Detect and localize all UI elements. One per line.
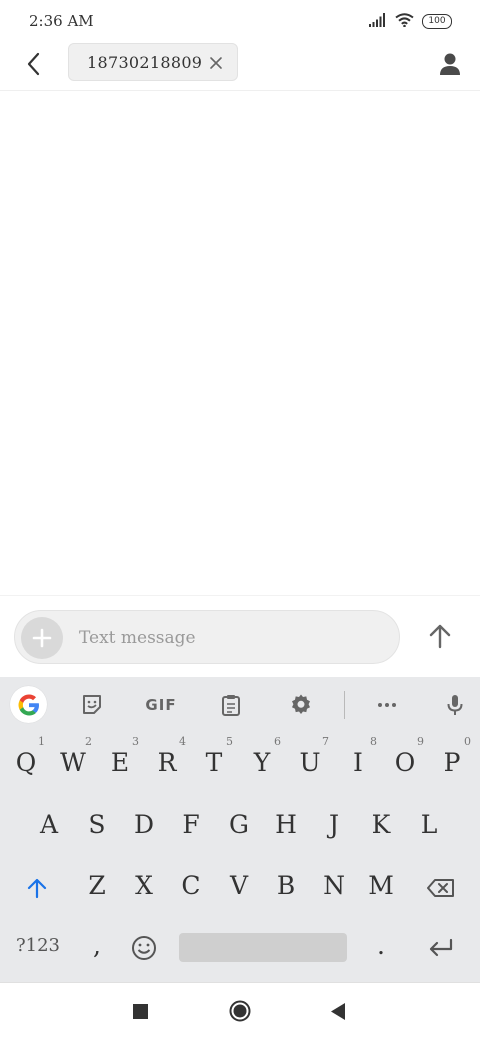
key-x[interactable]: X (121, 857, 167, 915)
key-a[interactable]: A (26, 796, 72, 854)
emoji-key[interactable] (121, 917, 167, 975)
key-l[interactable]: L (406, 796, 452, 854)
key-j[interactable]: J (311, 796, 357, 854)
shift-arrow-icon (27, 878, 47, 898)
key-z[interactable]: Z (74, 857, 120, 915)
enter-icon (429, 938, 453, 956)
key-i[interactable]: I8 (335, 734, 381, 792)
close-icon[interactable] (209, 55, 223, 69)
signal-icon (369, 12, 387, 31)
google-button[interactable] (10, 686, 47, 723)
triangle-back-icon (331, 1003, 345, 1020)
backspace-key[interactable] (418, 857, 464, 915)
key-q[interactable]: Q1 (3, 734, 49, 792)
send-button[interactable] (424, 620, 456, 652)
conversation-area (0, 91, 480, 595)
period-key[interactable]: . (358, 917, 404, 975)
backspace-icon (427, 878, 454, 897)
message-input[interactable] (79, 623, 379, 653)
attach-button[interactable] (21, 617, 63, 659)
key-h[interactable]: H (263, 796, 309, 854)
emoji-icon (132, 935, 156, 960)
shift-key[interactable] (14, 857, 60, 915)
key-n[interactable]: N (311, 857, 357, 915)
sticker-button[interactable] (79, 692, 105, 718)
spacebar[interactable] (179, 933, 347, 962)
toolbar-divider (344, 691, 345, 719)
nav-back-button[interactable] (330, 1003, 346, 1020)
key-o[interactable]: O9 (382, 734, 428, 792)
message-composer (0, 595, 480, 678)
message-box[interactable] (14, 610, 400, 664)
comma-key[interactable]: , (74, 917, 120, 975)
key-k[interactable]: K (358, 796, 404, 854)
gif-button[interactable]: GIF (145, 692, 177, 718)
key-p[interactable]: P0 (429, 734, 475, 792)
recents-button[interactable] (133, 1004, 148, 1019)
key-b[interactable]: B (263, 857, 309, 915)
more-horizontal-icon (378, 703, 396, 707)
clipboard-button[interactable] (218, 692, 244, 718)
key-f[interactable]: F (168, 796, 214, 854)
status-icons: 100 (369, 12, 452, 31)
key-v[interactable]: V (216, 857, 262, 915)
up-arrow-icon (429, 624, 451, 649)
key-m[interactable]: M (358, 857, 404, 915)
enter-key[interactable] (418, 917, 464, 975)
key-d[interactable]: D (121, 796, 167, 854)
google-icon (18, 694, 39, 715)
square-icon (133, 1004, 148, 1019)
contact-button[interactable] (436, 50, 464, 78)
key-r[interactable]: R4 (144, 734, 190, 792)
gear-icon (292, 694, 310, 714)
keyboard-toolbar: GIF (0, 677, 480, 732)
gif-label: GIF (145, 696, 177, 714)
recipient-chip[interactable]: 18730218809 (68, 43, 238, 81)
key-u[interactable]: U7 (287, 734, 333, 792)
key-e[interactable]: E3 (97, 734, 143, 792)
plus-icon (32, 628, 52, 648)
home-button[interactable] (229, 1000, 251, 1022)
voice-input-button[interactable] (442, 692, 468, 718)
key-t[interactable]: T5 (191, 734, 237, 792)
more-button[interactable] (374, 692, 400, 718)
sticker-icon (83, 695, 101, 714)
key-w[interactable]: W2 (50, 734, 96, 792)
status-bar: 2:36 AM 100 (0, 0, 480, 42)
home-circle-icon (229, 1000, 251, 1022)
microphone-icon (447, 695, 463, 715)
key-y[interactable]: Y6 (239, 734, 285, 792)
key-c[interactable]: C (168, 857, 214, 915)
back-arrow-icon (27, 52, 40, 76)
conversation-header: 18730218809 (0, 42, 480, 91)
recipient-chip-label: 18730218809 (87, 52, 203, 72)
key-g[interactable]: G (216, 796, 262, 854)
clipboard-icon (222, 695, 240, 716)
wifi-icon (395, 12, 414, 31)
symbols-key[interactable]: ?123 (8, 917, 68, 975)
contact-icon (440, 53, 460, 75)
back-button[interactable] (20, 50, 48, 78)
status-time: 2:36 AM (29, 12, 94, 30)
keyboard: GIF Q 1 W 2 E 3 R 4 T 5 Y 6 U 7 I 8 O 9 … (0, 677, 480, 982)
battery-icon: 100 (422, 13, 452, 29)
key-s[interactable]: S (74, 796, 120, 854)
navigation-bar (0, 982, 480, 1041)
settings-button[interactable] (288, 692, 314, 718)
